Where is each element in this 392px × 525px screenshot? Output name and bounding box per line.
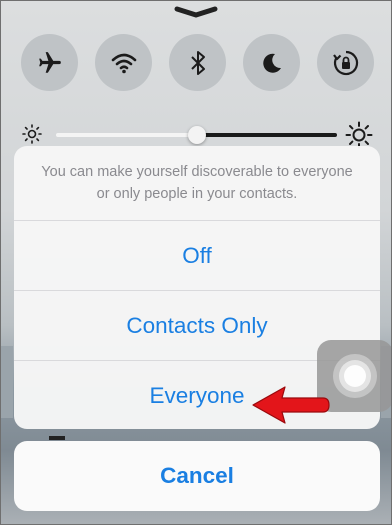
background-tile	[1, 346, 13, 418]
assistive-touch-ring	[344, 365, 366, 387]
rotation-lock-icon	[332, 50, 358, 75]
background-mark	[49, 436, 65, 440]
airplane-mode-toggle[interactable]	[21, 34, 78, 91]
bluetooth-icon	[190, 50, 205, 75]
brightness-slider-thumb[interactable]	[188, 126, 206, 144]
wifi-toggle[interactable]	[95, 34, 152, 91]
screen: You can make yourself discoverable to ev…	[0, 0, 392, 525]
airplane-icon	[38, 51, 61, 73]
option-off-button[interactable]: Off	[14, 220, 380, 290]
moon-icon	[262, 53, 281, 73]
red-pointer-arrow-icon	[251, 384, 331, 431]
rotation-lock-toggle[interactable]	[317, 34, 374, 91]
brightness-slider-track[interactable]	[197, 133, 337, 137]
do-not-disturb-toggle[interactable]	[243, 34, 300, 91]
sheet-message: You can make yourself discoverable to ev…	[41, 164, 353, 202]
grabber-handle[interactable]	[171, 5, 221, 19]
bluetooth-toggle[interactable]	[169, 34, 226, 91]
cancel-button[interactable]: Cancel	[14, 441, 380, 511]
wifi-icon	[111, 53, 136, 73]
brightness-slider-fill[interactable]	[56, 133, 197, 137]
